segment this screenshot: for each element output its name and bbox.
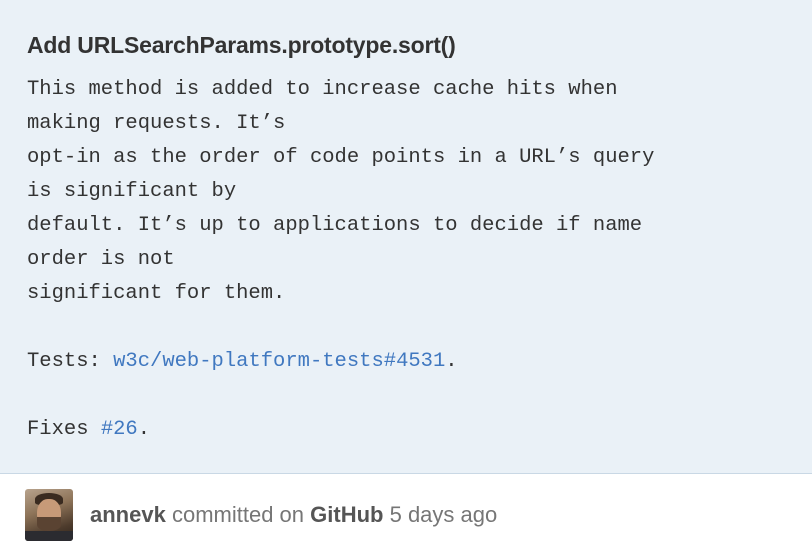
relative-time[interactable]: 5 days ago: [390, 502, 498, 527]
committer-name: GitHub: [310, 502, 384, 527]
fixes-suffix: .: [137, 418, 151, 441]
description-line: This method is added to increase cache h…: [27, 78, 618, 101]
commit-description: This method is added to increase cache h…: [27, 73, 654, 447]
commit-title: Add URLSearchParams.prototype.sort(): [27, 32, 456, 58]
avatar-beard: [37, 517, 61, 531]
fixes-label: Fixes: [27, 418, 101, 441]
author-link[interactable]: annevk: [90, 502, 166, 527]
description-line: making requests. It’s: [27, 112, 286, 135]
commit-message-box: Add URLSearchParams.prototype.sort() Thi…: [0, 0, 812, 474]
fixes-issue-link[interactable]: #26: [101, 418, 138, 441]
avatar-shirt: [25, 531, 73, 541]
description-line: is significant by: [27, 180, 237, 203]
tests-label: Tests:: [27, 350, 114, 373]
description-line: order is not: [27, 248, 175, 271]
commit-meta-text: annevk committed on GitHub 5 days ago: [90, 502, 497, 528]
commit-meta: annevk committed on GitHub 5 days ago: [25, 489, 497, 541]
avatar[interactable]: [25, 489, 73, 541]
tests-suffix: .: [445, 350, 458, 373]
description-line: opt-in as the order of code points in a …: [27, 146, 655, 169]
description-line: significant for them.: [27, 282, 286, 305]
description-line: default. It’s up to applications to deci…: [27, 214, 643, 237]
committed-on-label: committed on: [171, 502, 305, 527]
tests-issue-link[interactable]: w3c/web-platform-tests#4531: [113, 350, 445, 373]
